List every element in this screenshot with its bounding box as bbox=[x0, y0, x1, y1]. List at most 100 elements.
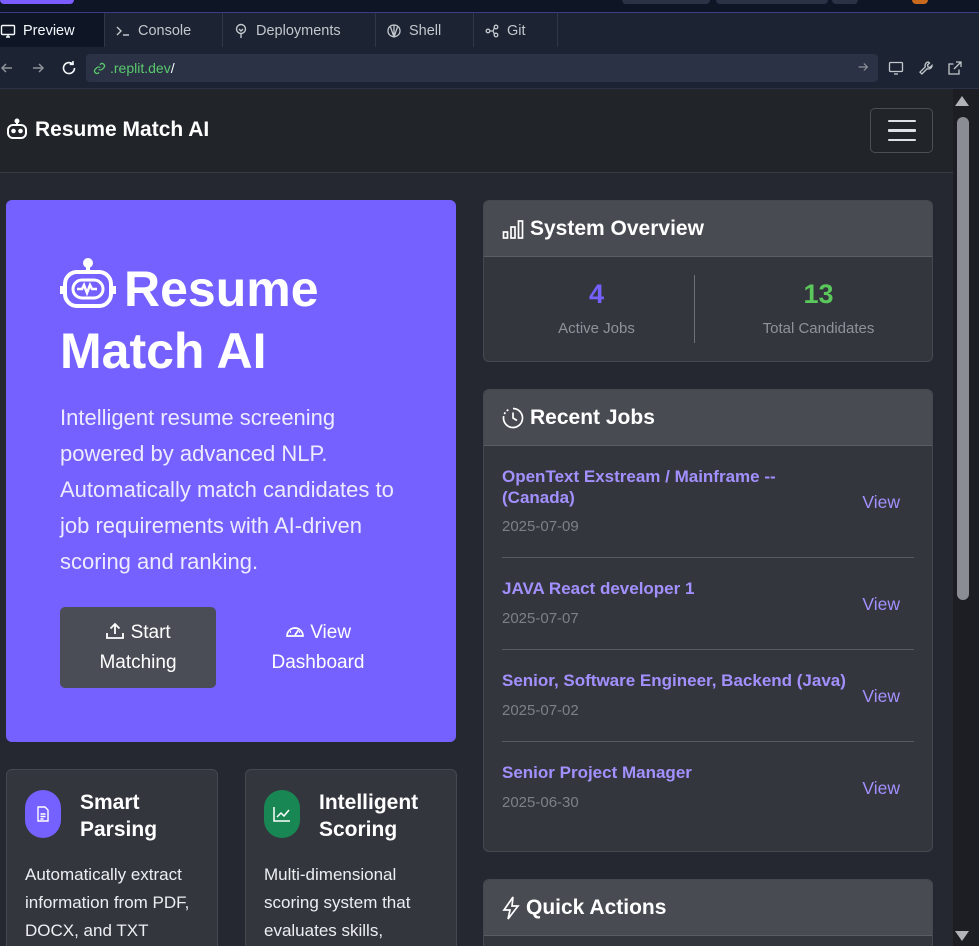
job-item: Senior Project Manager 2025-06-30 View bbox=[502, 742, 914, 834]
clock-history-icon bbox=[502, 407, 524, 428]
stat-label: Total Candidates bbox=[762, 320, 875, 337]
document-icon bbox=[37, 806, 49, 822]
tab-label: Shell bbox=[409, 22, 442, 39]
active-indicator bbox=[0, 0, 74, 4]
robot-icon bbox=[60, 258, 116, 308]
arrow-left-icon bbox=[0, 63, 12, 73]
tab-label: Deployments bbox=[256, 22, 341, 39]
toolbar-pill[interactable] bbox=[622, 0, 710, 4]
stat-value: 4 bbox=[588, 279, 605, 309]
view-job-button[interactable]: View bbox=[862, 594, 900, 615]
feature-icon-badge bbox=[25, 790, 61, 838]
bar-chart-icon bbox=[502, 219, 524, 239]
browser-toolbar: .replit.dev / bbox=[0, 47, 979, 89]
dash-label-2: Dashboard bbox=[271, 652, 365, 673]
view-job-button[interactable]: View bbox=[862, 492, 900, 513]
tab-bar: Preview Console Deployments Shell Git bbox=[0, 12, 979, 48]
tab-preview[interactable]: Preview bbox=[0, 13, 105, 48]
url-path: / bbox=[170, 60, 175, 76]
url-host: .replit.dev bbox=[110, 60, 171, 76]
job-item: JAVA React developer 1 2025-07-07 View bbox=[502, 558, 914, 650]
terminal-icon bbox=[116, 26, 129, 36]
card-header: Recent Jobs bbox=[484, 390, 932, 446]
view-job-button[interactable]: View bbox=[862, 686, 900, 707]
brand-link[interactable]: Resume Match AI bbox=[5, 118, 209, 142]
speedometer-icon bbox=[286, 627, 304, 637]
job-item: Senior, Software Engineer, Backend (Java… bbox=[502, 650, 914, 742]
go-arrow-icon[interactable] bbox=[856, 60, 870, 74]
back-button[interactable] bbox=[0, 57, 18, 79]
stats-row: 4 Active Jobs 13 Total Candidates bbox=[484, 257, 932, 361]
stat-active-jobs: 4 Active Jobs bbox=[484, 257, 709, 337]
url-field[interactable]: .replit.dev / bbox=[86, 54, 878, 82]
job-title-link[interactable]: JAVA React developer 1 bbox=[502, 578, 807, 599]
device-button[interactable] bbox=[885, 57, 907, 79]
scrollbar-thumb[interactable] bbox=[957, 117, 969, 600]
upload-icon bbox=[106, 622, 125, 639]
view-dashboard-button[interactable]: View Dashboard bbox=[246, 607, 390, 688]
monitor-icon bbox=[0, 24, 16, 38]
menu-toggle-button[interactable] bbox=[870, 108, 933, 153]
git-icon bbox=[485, 24, 499, 37]
reload-button[interactable] bbox=[58, 57, 80, 79]
tab-git[interactable]: Git bbox=[474, 13, 558, 48]
feature-description: Multi-dimensional scoring system that ev… bbox=[264, 865, 411, 940]
app-navbar: Resume Match AI bbox=[0, 89, 953, 173]
robot-icon bbox=[7, 118, 27, 139]
recent-jobs-card: Recent Jobs OpenText Exstream / Mainfram… bbox=[483, 389, 933, 852]
tab-console[interactable]: Console bbox=[105, 13, 223, 48]
stat-total-candidates: 13 Total Candidates bbox=[706, 257, 931, 337]
job-title-link[interactable]: Senior, Software Engineer, Backend (Java… bbox=[502, 670, 847, 691]
dash-label-1: View bbox=[310, 622, 352, 643]
tab-shell[interactable]: Shell bbox=[376, 13, 474, 48]
toolbar-pill[interactable] bbox=[832, 0, 858, 4]
hamburger-icon bbox=[887, 119, 916, 123]
toolbar-pill[interactable] bbox=[716, 0, 828, 4]
lightning-icon bbox=[502, 896, 520, 920]
system-overview-card: System Overview 4 Active Jobs 13 Total C… bbox=[483, 200, 933, 362]
screen-icon bbox=[888, 61, 904, 75]
scroll-down-arrow[interactable] bbox=[955, 931, 969, 941]
job-title-link[interactable]: Senior Project Manager bbox=[502, 762, 807, 783]
stat-divider bbox=[694, 275, 695, 343]
job-title-link[interactable]: OpenText Exstream / Mainframe -- (Canada… bbox=[502, 466, 807, 508]
avatar[interactable] bbox=[912, 0, 928, 4]
feature-description: Automatically extract information from P… bbox=[25, 865, 190, 940]
brand-text: Resume Match AI bbox=[35, 118, 210, 141]
shell-icon bbox=[387, 23, 401, 38]
card-title: Quick Actions bbox=[526, 895, 667, 919]
stat-label: Active Jobs bbox=[558, 320, 635, 337]
forward-button[interactable] bbox=[27, 57, 49, 79]
hero-title: Resume Match AI bbox=[60, 258, 390, 382]
wrench-icon bbox=[919, 61, 933, 75]
start-matching-button[interactable]: Start Matching bbox=[60, 607, 216, 688]
tab-deployments[interactable]: Deployments bbox=[223, 13, 376, 48]
devtools-button[interactable] bbox=[915, 57, 937, 79]
chart-line-icon bbox=[273, 807, 290, 822]
view-job-button[interactable]: View bbox=[862, 778, 900, 799]
open-new-tab-button[interactable] bbox=[944, 57, 966, 79]
feature-title: Smart Parsing bbox=[80, 791, 158, 841]
scroll-up-arrow[interactable] bbox=[955, 96, 969, 106]
job-date: 2025-07-02 bbox=[502, 702, 579, 719]
tab-label: Git bbox=[507, 22, 526, 39]
deploy-icon bbox=[235, 23, 247, 38]
job-date: 2025-07-09 bbox=[502, 518, 579, 535]
hero-description: Intelligent resume screening powered by … bbox=[60, 405, 394, 574]
start-label-1: Start bbox=[130, 622, 171, 643]
reload-icon bbox=[62, 61, 76, 75]
job-date: 2025-07-07 bbox=[502, 610, 579, 627]
preview-viewport: Resume Match AI Resume Match AI Intellig… bbox=[0, 89, 953, 946]
card-title: System Overview bbox=[530, 216, 704, 240]
job-date: 2025-06-30 bbox=[502, 794, 579, 811]
external-link-icon bbox=[948, 61, 962, 75]
quick-actions-card: Quick Actions bbox=[483, 879, 933, 946]
link-icon bbox=[93, 62, 106, 74]
tab-label: Console bbox=[138, 22, 192, 39]
card-title: Recent Jobs bbox=[530, 405, 655, 429]
tab-label: Preview bbox=[23, 22, 75, 39]
feature-card-scoring: Intelligent Scoring Multi-dimensional sco… bbox=[245, 769, 457, 946]
arrow-right-icon bbox=[33, 63, 45, 73]
card-header: System Overview bbox=[484, 201, 932, 257]
feature-title: Intelligent Scoring bbox=[319, 791, 419, 841]
